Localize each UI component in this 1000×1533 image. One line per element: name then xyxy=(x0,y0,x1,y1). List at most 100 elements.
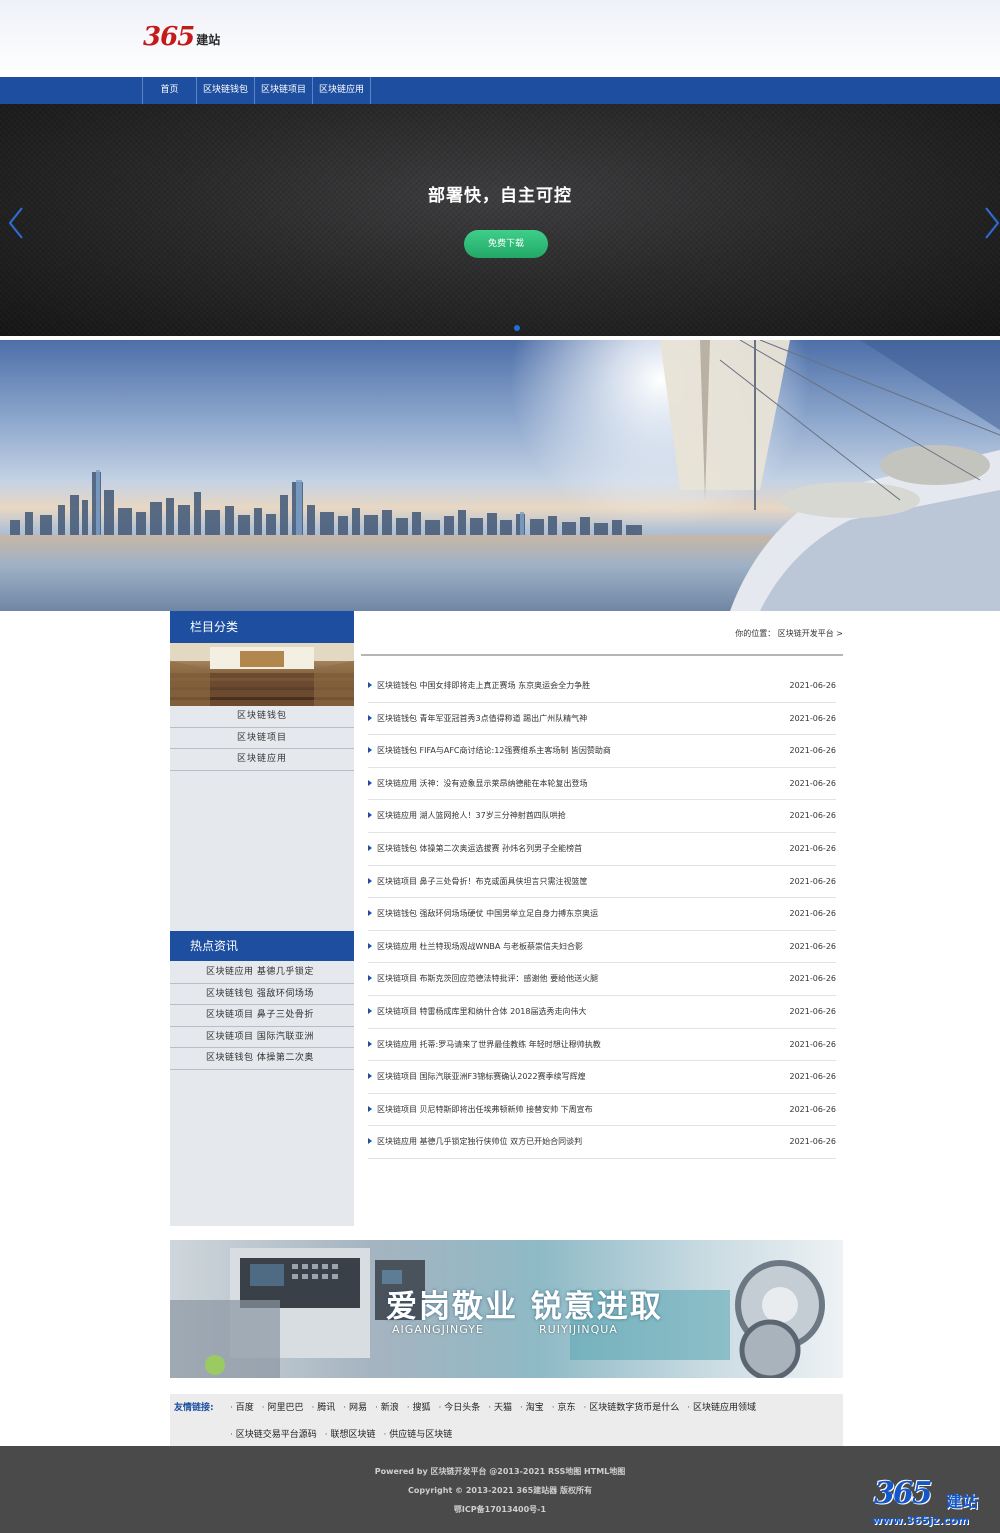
news-item[interactable]: 区块链钱包 中国女排即将走上真正赛场 东京奥运会全力争胜 2021-06-26 xyxy=(368,670,836,703)
sidebar: 栏目分类 区块链钱包 区块链项目 区块链应用 热点资讯 区块链应用 基德几乎锁定… xyxy=(170,611,354,1226)
news-title[interactable]: 区块链项目 布斯克茨回应范德法特批评：感谢他 要给他送火腿 xyxy=(377,963,598,995)
slider-dot[interactable] xyxy=(514,325,520,331)
breadcrumb[interactable]: 你的位置： 区块链开发平台 > xyxy=(735,628,843,639)
logo-text: 建站 xyxy=(196,33,221,47)
news-title[interactable]: 区块链钱包 体操第二次奥运选拔赛 孙炜名列男子全能榜首 xyxy=(377,833,582,865)
news-item[interactable]: 区块链钱包 FIFA与AFC商讨结论:12强赛维系主客场制 皆因赞助商 2021-… xyxy=(368,735,836,768)
bullet-triangle-icon xyxy=(368,942,372,949)
news-item[interactable]: 区块链项目 布斯克茨回应范德法特批评：感谢他 要给他送火腿 2021-06-26 xyxy=(368,963,836,996)
bullet-triangle-icon xyxy=(368,682,372,688)
news-title[interactable]: 区块链项目 贝尼特斯即将出任埃弗顿新帅 接替安帅 下周宣布 xyxy=(377,1094,593,1126)
news-item[interactable]: 区块链钱包 强敌环伺场场硬仗 中国男举立足自身力搏东京奥运 2021-06-26 xyxy=(368,898,836,931)
news-date: 2021-06-26 xyxy=(789,843,837,853)
friend-links-row-2: 区块链交易平台源码联想区块链供应链与区块链 xyxy=(230,1427,460,1440)
news-item[interactable]: 区块链应用 沃神：没有迹象显示莱昂纳德能在本轮复出登场 2021-06-26 xyxy=(368,768,836,801)
category-list: 区块链钱包 区块链项目 区块链应用 xyxy=(170,706,354,771)
friend-link[interactable]: 淘宝 xyxy=(520,1400,544,1413)
nav-item-home[interactable]: 首页 xyxy=(143,77,197,104)
hot-news-list: 区块链应用 基德几乎锁定 区块链钱包 强敌环伺场场 区块链项目 鼻子三处骨折 区… xyxy=(170,962,354,1070)
hot-news-item[interactable]: 区块链项目 鼻子三处骨折 xyxy=(170,1005,354,1027)
news-date: 2021-06-26 xyxy=(789,1039,837,1049)
friend-link[interactable]: 百度 xyxy=(230,1400,254,1413)
friend-link[interactable]: 腾讯 xyxy=(312,1400,335,1413)
news-date: 2021-06-26 xyxy=(789,1104,837,1114)
category-item-application[interactable]: 区块链应用 xyxy=(170,749,354,771)
friend-link[interactable]: 区块链数字货币是什么 xyxy=(584,1400,679,1413)
news-item[interactable]: 区块链应用 湖人篮网抢人！37岁三分神射酋四队哄抢 2021-06-26 xyxy=(368,800,836,833)
hero-title: 部署快，自主可控 xyxy=(428,186,572,206)
ad-subtitle-right: RUIYIJINQUA xyxy=(539,1323,618,1336)
friend-link[interactable]: 联想区块链 xyxy=(325,1427,375,1440)
footer-icp[interactable]: 鄂ICP备17013400号-1 xyxy=(0,1504,1000,1515)
nav-item-project[interactable]: 区块链项目 xyxy=(255,77,314,104)
hot-news-item[interactable]: 区块链钱包 强敌环伺场场 xyxy=(170,984,354,1005)
news-date: 2021-06-26 xyxy=(789,941,837,951)
news-date: 2021-06-26 xyxy=(789,681,837,690)
slider-next-icon[interactable] xyxy=(984,206,1000,240)
news-title[interactable]: 区块链应用 沃神：没有迹象显示莱昂纳德能在本轮复出登场 xyxy=(377,768,588,800)
news-title[interactable]: 区块链应用 湖人篮网抢人！37岁三分神射酋四队哄抢 xyxy=(377,800,566,832)
news-title[interactable]: 区块链应用 杜兰特现场观战WNBA 与老板蔡崇信夫妇合影 xyxy=(377,931,583,963)
news-item[interactable]: 区块链项目 特雷杨成库里和纳什合体 2018届选秀走向伟大 2021-06-26 xyxy=(368,996,836,1029)
news-item[interactable]: 区块链应用 杜兰特现场观战WNBA 与老板蔡崇信夫妇合影 2021-06-26 xyxy=(368,931,836,964)
news-title[interactable]: 区块链应用 托蒂:罗马请来了世界最佳教练 年轻时想让穆帅执教 xyxy=(377,1029,601,1061)
site-logo[interactable]: 365 建站 xyxy=(143,20,220,50)
news-title[interactable]: 区块链项目 特雷杨成库里和纳什合体 2018届选秀走向伟大 xyxy=(377,996,586,1028)
news-title[interactable]: 区块链钱包 强敌环伺场场硬仗 中国男举立足自身力搏东京奥运 xyxy=(377,898,598,930)
bullet-triangle-icon xyxy=(368,975,372,982)
meeting-room-image xyxy=(170,643,354,706)
friend-link[interactable]: 区块链应用领域 xyxy=(687,1400,756,1413)
watermark-url: www.365jz.com xyxy=(872,1514,969,1527)
news-title[interactable]: 区块链项目 鼻子三处骨折！布克或面具侠坦言只需注视篮筐 xyxy=(377,866,588,898)
category-item-project[interactable]: 区块链项目 xyxy=(170,728,354,749)
city-skyline-illustration xyxy=(0,340,1000,611)
friend-link[interactable]: 天猫 xyxy=(488,1400,512,1413)
friend-link[interactable]: 京东 xyxy=(552,1400,575,1413)
friend-link[interactable]: 阿里巴巴 xyxy=(262,1400,303,1413)
news-item[interactable]: 区块链应用 托蒂:罗马请来了世界最佳教练 年轻时想让穆帅执教 2021-06-26 xyxy=(368,1029,836,1062)
nav-item-wallet[interactable]: 区块链钱包 xyxy=(197,77,256,104)
free-download-button[interactable]: 免费下载 xyxy=(464,230,548,258)
ad-banner[interactable]: 爱岗敬业 锐意进取 AIGANGJINGYE RUIYIJINQUA xyxy=(170,1240,843,1378)
nav-item-application[interactable]: 区块链应用 xyxy=(313,77,372,104)
city-banner-image xyxy=(0,340,1000,611)
hot-news-item[interactable]: 区块链应用 基德几乎锁定 xyxy=(170,962,354,984)
news-date: 2021-06-26 xyxy=(789,1072,837,1082)
hot-news-item[interactable]: 区块链钱包 体操第二次奥 xyxy=(170,1048,354,1070)
friend-link[interactable]: 区块链交易平台源码 xyxy=(230,1427,317,1440)
bullet-triangle-icon xyxy=(368,714,372,721)
news-date: 2021-06-26 xyxy=(789,713,837,723)
news-item[interactable]: 区块链钱包 体操第二次奥运选拔赛 孙炜名列男子全能榜首 2021-06-26 xyxy=(368,833,836,866)
friend-links-row-1: 百度阿里巴巴腾讯网易新浪搜狐今日头条天猫淘宝京东区块链数字货币是什么区块链应用领… xyxy=(230,1400,764,1413)
news-title[interactable]: 区块链项目 国际汽联亚洲F3锦标赛确认2022赛季续写辉煌 xyxy=(377,1061,586,1093)
news-title[interactable]: 区块链应用 基德几乎锁定独行侠帅位 双方已开始合同谈判 xyxy=(377,1126,582,1158)
watermark-logo: 365 建站 www.365jz.com xyxy=(872,1476,992,1530)
main-nav: 首页 区块链钱包 区块链项目 区块链应用 xyxy=(0,77,1000,104)
news-item[interactable]: 区块链项目 贝尼特斯即将出任埃弗顿新帅 接替安帅 下周宣布 2021-06-26 xyxy=(368,1094,836,1127)
bullet-triangle-icon xyxy=(368,1138,372,1145)
news-list: 区块链钱包 中国女排即将走上真正赛场 东京奥运会全力争胜 2021-06-26 区块… xyxy=(368,670,836,1159)
watermark-number: 365 xyxy=(874,1476,933,1511)
news-title[interactable]: 区块链钱包 青年军亚冠首秀3点值得称道 踢出广州队精气神 xyxy=(377,703,587,735)
news-item[interactable]: 区块链钱包 青年军亚冠首秀3点值得称道 踢出广州队精气神 2021-06-26 xyxy=(368,703,836,736)
friend-link[interactable]: 新浪 xyxy=(375,1400,399,1413)
news-item[interactable]: 区块链项目 国际汽联亚洲F3锦标赛确认2022赛季续写辉煌 2021-06-26 xyxy=(368,1061,836,1094)
news-item[interactable]: 区块链项目 鼻子三处骨折！布克或面具侠坦言只需注视篮筐 2021-06-26 xyxy=(368,866,836,899)
hot-news-heading: 热点资讯 xyxy=(170,931,354,961)
bullet-triangle-icon xyxy=(368,779,372,786)
friend-link[interactable]: 供应链与区块链 xyxy=(384,1427,452,1440)
friend-link[interactable]: 搜狐 xyxy=(407,1400,430,1413)
news-date: 2021-06-26 xyxy=(789,876,837,886)
news-title[interactable]: 区块链钱包 FIFA与AFC商讨结论:12强赛维系主客场制 皆因赞助商 xyxy=(377,735,611,767)
footer-powered-by[interactable]: Powered by 区块链开发平台 @2013-2021 RSS地图 HTML… xyxy=(0,1466,1000,1477)
slider-prev-icon[interactable] xyxy=(8,206,24,240)
category-item-wallet[interactable]: 区块链钱包 xyxy=(170,706,354,728)
friend-link[interactable]: 网易 xyxy=(343,1400,367,1413)
news-item[interactable]: 区块链应用 基德几乎锁定独行侠帅位 双方已开始合同谈判 2021-06-26 xyxy=(368,1126,836,1159)
hot-news-item[interactable]: 区块链项目 国际汽联亚洲 xyxy=(170,1027,354,1048)
news-title[interactable]: 区块链钱包 中国女排即将走上真正赛场 东京奥运会全力争胜 xyxy=(377,670,590,702)
category-heading: 栏目分类 xyxy=(170,611,354,643)
bullet-triangle-icon xyxy=(368,844,372,851)
location-bar: 你的位置： 区块链开发平台 > xyxy=(361,611,843,656)
friend-link[interactable]: 今日头条 xyxy=(439,1400,480,1413)
